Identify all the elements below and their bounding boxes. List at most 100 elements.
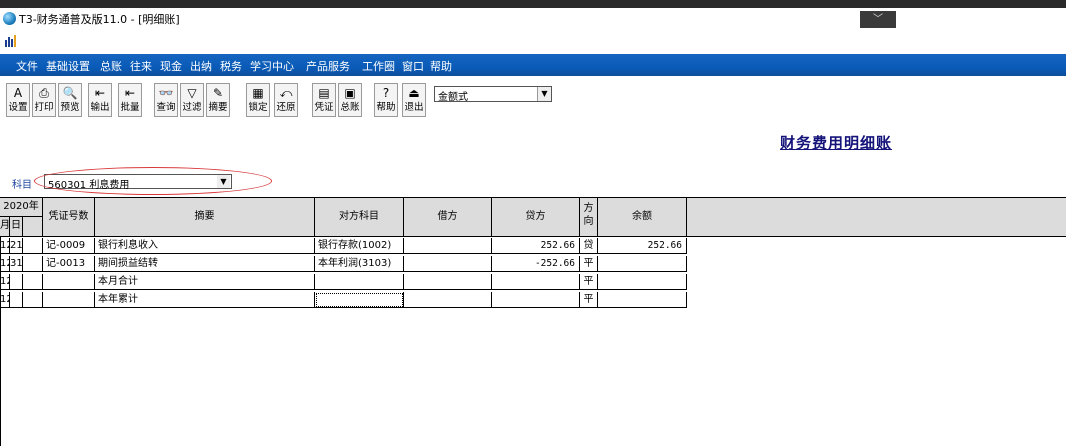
filter-button[interactable]: ▽ 过滤 (180, 83, 204, 117)
menu-item-work-circle[interactable]: 工作圈 (362, 58, 395, 74)
table-row[interactable]: 12 21 记-0009 银行利息收入 银行存款(1002) 252.66 贷 … (0, 238, 687, 254)
format-select-value: 金额式 (438, 92, 468, 103)
header-balance: 余额 (598, 198, 687, 236)
cell-debit (404, 292, 492, 308)
cell-counter-account: 本年利润(3103) (315, 256, 404, 272)
menu-item-learning-center[interactable]: 学习中心 (250, 58, 294, 74)
header-debit: 借方 (404, 198, 492, 236)
cell-spacer (23, 238, 43, 254)
general-ledger-button[interactable]: ▣ 总账 (338, 83, 362, 117)
window-titlebar: T3-财务通普及版11.0 - [明细账] ﹀ (0, 8, 1066, 33)
header-voucher: 凭证号数 (43, 198, 95, 236)
cell-debit (404, 238, 492, 254)
cell-direction: 平 (580, 274, 598, 290)
ledger-icon: ▣ (344, 86, 356, 100)
restore-button[interactable]: ⤺ 还原 (274, 83, 298, 117)
cell-spacer (23, 256, 43, 272)
menu-item-accounts[interactable]: 往来 (130, 58, 152, 74)
cell-summary: 银行利息收入 (95, 238, 315, 254)
summary-icon: ✎ (212, 86, 224, 100)
toolbar: A 设置 ⎙ 打印 🔍 预览 ⇤ 输出 ⇤ 批量 👓 查询 ▽ 过滤 ✎ 摘要 … (0, 80, 1066, 120)
batch-button[interactable]: ⇤ 批量 (118, 83, 142, 117)
lock-button[interactable]: ▦ 锁定 (246, 83, 270, 117)
header-summary: 摘要 (95, 198, 315, 236)
document-icon-row (0, 33, 1066, 50)
menu-item-general-ledger[interactable]: 总账 (100, 58, 122, 74)
cell-counter-account: 银行存款(1002) (315, 238, 404, 254)
cell-voucher[interactable] (43, 292, 95, 308)
table-row[interactable]: 12 31 记-0013 期间损益结转 本年利润(3103) -252.66 平 (0, 256, 687, 272)
menu-item-product-service[interactable]: 产品服务 (306, 58, 350, 74)
voucher-icon: ▤ (318, 86, 330, 100)
printer-icon: ⎙ (39, 86, 49, 100)
binoculars-icon: 👓 (158, 86, 174, 100)
cell-voucher[interactable] (43, 274, 95, 290)
app-logo-icon (3, 12, 16, 25)
cell-month: 12 (0, 238, 10, 254)
preview-icon: 🔍 (62, 86, 78, 100)
menu-item-window[interactable]: 窗口 (402, 58, 424, 74)
menu-item-cash[interactable]: 现金 (160, 58, 182, 74)
cell-day (10, 292, 23, 308)
cell-counter-account-focused[interactable] (315, 292, 404, 308)
menu-item-file[interactable]: 文件 (16, 58, 38, 74)
cell-summary: 本年累计 (95, 292, 315, 308)
cell-balance (598, 292, 687, 308)
cell-direction: 平 (580, 256, 598, 272)
menu-item-tax[interactable]: 税务 (220, 58, 242, 74)
exit-button[interactable]: ⏏ 退出 (402, 83, 426, 117)
cell-credit (492, 292, 580, 308)
batch-icon: ⇤ (124, 86, 136, 100)
ledger-document-icon[interactable] (3, 34, 17, 48)
cell-credit: -252.66 (492, 256, 580, 272)
cell-balance (598, 256, 687, 272)
cell-balance (598, 274, 687, 290)
chevron-down-icon[interactable]: ﹀ (860, 11, 896, 28)
settings-icon: A (13, 86, 23, 100)
help-icon: ? (382, 86, 390, 100)
print-button[interactable]: ⎙ 打印 (32, 83, 56, 117)
exit-icon: ⏏ (408, 86, 420, 100)
export-button[interactable]: ⇤ 输出 (88, 83, 112, 117)
header-year: 2020年 (0, 198, 43, 217)
filter-icon: ▽ (187, 86, 197, 100)
chevron-down-icon[interactable]: ▼ (537, 87, 551, 101)
cell-direction: 贷 (580, 238, 598, 254)
cell-day: 31 (10, 256, 23, 272)
header-counter-account: 对方科目 (315, 198, 404, 236)
summary-button[interactable]: ✎ 摘要 (206, 83, 230, 117)
menu-item-help[interactable]: 帮助 (430, 58, 452, 74)
cell-day (10, 274, 23, 290)
settings-button[interactable]: A 设置 (6, 83, 30, 117)
help-button[interactable]: ? 帮助 (374, 83, 398, 117)
cell-summary: 期间损益结转 (95, 256, 315, 272)
table-row[interactable]: 12 本月合计 平 (0, 274, 687, 290)
cell-spacer (23, 292, 43, 308)
header-day-spacer (23, 217, 43, 236)
cell-credit: 252.66 (492, 238, 580, 254)
cell-month: 12 (0, 256, 10, 272)
window-title: T3-财务通普及版11.0 - [明细账] (19, 13, 180, 26)
cell-credit (492, 274, 580, 290)
cell-voucher[interactable]: 记-0009 (43, 238, 95, 254)
header-day: 日 (10, 217, 23, 236)
restore-icon: ⤺ (279, 86, 293, 100)
query-button[interactable]: 👓 查询 (154, 83, 178, 117)
voucher-button[interactable]: ▤ 凭证 (312, 83, 336, 117)
format-select[interactable]: 金额式 ▼ (434, 86, 552, 103)
cell-month: 12 (0, 274, 10, 290)
menu-item-cashier[interactable]: 出纳 (190, 58, 212, 74)
report-title: 财务费用明细账 (780, 134, 893, 152)
header-credit: 贷方 (492, 198, 580, 236)
cell-balance: 252.66 (598, 238, 687, 254)
cell-voucher[interactable]: 记-0013 (43, 256, 95, 272)
table-header: 2020年 月 日 凭证号数 摘要 对方科目 借方 贷方 方向 余额 (0, 197, 1066, 237)
header-month: 月 (0, 217, 10, 236)
highlight-ring (34, 167, 272, 195)
cell-month: 12 (0, 292, 10, 308)
preview-button[interactable]: 🔍 预览 (58, 83, 82, 117)
menu-item-basic-settings[interactable]: 基础设置 (46, 58, 90, 74)
table-row[interactable]: 12 本年累计 平 (0, 292, 687, 308)
cell-spacer (23, 274, 43, 290)
cell-debit (404, 274, 492, 290)
